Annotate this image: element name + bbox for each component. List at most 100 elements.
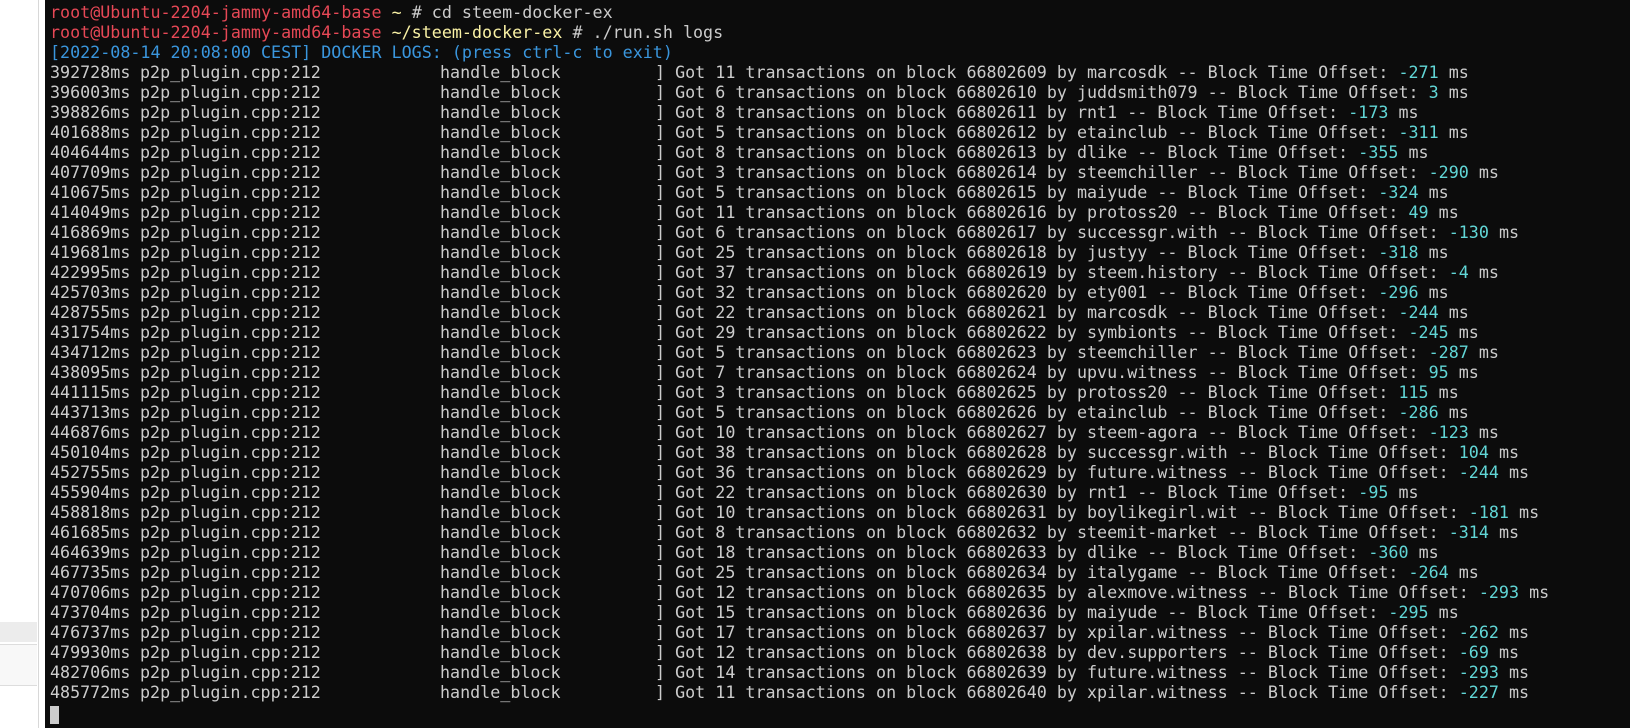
log-function: handle_block <box>440 622 561 642</box>
log-source-file: p2p_plugin.cpp:212 <box>140 342 321 362</box>
log-offset-label: Block Time Offset: <box>1197 602 1379 622</box>
log-offset-label: Block Time Offset: <box>1257 262 1439 282</box>
log-timestamp: 482706ms <box>50 662 131 682</box>
log-bracket: ] <box>655 562 666 582</box>
log-timestamp: 479930ms <box>50 642 131 662</box>
log-got: Got <box>675 622 706 642</box>
log-separator: -- <box>1257 582 1278 602</box>
log-function: handle_block <box>440 322 561 342</box>
log-tx-text: transactions on block <box>745 462 957 482</box>
witness-name: protoss20 <box>1076 382 1168 402</box>
log-timestamp: 458818ms <box>50 502 131 522</box>
log-got: Got <box>675 222 706 242</box>
log-got: Got <box>675 682 706 702</box>
block-number: 66802627 <box>966 422 1047 442</box>
log-timestamp: 422995ms <box>50 262 131 282</box>
log-by: by <box>1056 642 1077 662</box>
block-time-offset: -295 <box>1388 602 1429 622</box>
block-number: 66802632 <box>956 522 1037 542</box>
log-tx-text: transactions on block <box>745 322 957 342</box>
block-number: 66802623 <box>956 342 1037 362</box>
log-bracket: ] <box>655 462 666 482</box>
side-panel-item[interactable] <box>0 622 37 642</box>
log-source-file: p2p_plugin.cpp:212 <box>140 162 321 182</box>
witness-name: dlike <box>1076 142 1128 162</box>
log-offset-label: Block Time Offset: <box>1167 142 1349 162</box>
log-tx-text: transactions on block <box>745 482 957 502</box>
tx-count: 11 <box>715 202 736 222</box>
tx-count: 11 <box>715 682 736 702</box>
block-number: 66802635 <box>966 582 1047 602</box>
log-separator: -- <box>1177 382 1198 402</box>
block-time-offset: -324 <box>1378 182 1419 202</box>
log-got: Got <box>675 542 706 562</box>
log-line: 446876ms p2p_plugin.cpp:212 handle_block] … <box>45 422 1630 442</box>
log-timestamp: 398826ms <box>50 102 131 122</box>
log-offset-label: Block Time Offset: <box>1207 382 1389 402</box>
block-number: 66802611 <box>956 102 1037 122</box>
log-offset-label: Block Time Offset: <box>1217 322 1399 342</box>
log-separator: -- <box>1147 542 1168 562</box>
cursor-line <box>45 702 1630 724</box>
command-text: cd steem-docker-ex <box>431 2 613 22</box>
log-function: handle_block <box>440 382 561 402</box>
log-by: by <box>1056 422 1077 442</box>
witness-name: dev.supporters <box>1087 642 1228 662</box>
log-offset-label: Block Time Offset: <box>1207 122 1389 142</box>
log-unit: ms <box>1448 402 1469 422</box>
witness-name: dlike <box>1087 542 1138 562</box>
log-unit: ms <box>1458 322 1479 342</box>
log-unit: ms <box>1448 122 1469 142</box>
log-bracket: ] <box>655 362 666 382</box>
prompt-user: root <box>50 2 91 22</box>
log-tx-text: transactions on block <box>745 602 957 622</box>
witness-name: protoss20 <box>1087 202 1178 222</box>
log-got: Got <box>675 242 706 262</box>
log-source-file: p2p_plugin.cpp:212 <box>140 362 321 382</box>
log-tx-text: transactions on block <box>745 302 957 322</box>
block-number: 66802610 <box>956 82 1037 102</box>
log-line: 450104ms p2p_plugin.cpp:212 handle_block] … <box>45 442 1630 462</box>
log-offset-label: Block Time Offset: <box>1187 282 1369 302</box>
log-by: by <box>1046 222 1067 242</box>
block-time-offset: -4 <box>1448 262 1469 282</box>
log-bracket: ] <box>655 262 666 282</box>
log-separator: -- <box>1207 162 1228 182</box>
log-bracket: ] <box>655 522 666 542</box>
block-time-offset: -227 <box>1458 682 1499 702</box>
log-tx-text: transactions on block <box>745 682 957 702</box>
log-source-file: p2p_plugin.cpp:212 <box>140 382 321 402</box>
log-separator: -- <box>1157 182 1178 202</box>
log-tx-text: transactions on block <box>745 662 957 682</box>
log-got: Got <box>675 202 706 222</box>
block-time-offset: -181 <box>1468 502 1509 522</box>
log-timestamp: 473704ms <box>50 602 131 622</box>
log-offset-label: Block Time Offset: <box>1237 422 1419 442</box>
block-number: 66802633 <box>966 542 1047 562</box>
prompt-line: root@Ubuntu-2204-jammy-amd64-base ~/stee… <box>50 22 724 42</box>
log-got: Got <box>675 462 706 482</box>
log-unit: ms <box>1498 222 1520 242</box>
witness-name: italygame <box>1087 562 1178 582</box>
log-got: Got <box>675 342 706 362</box>
tx-count: 25 <box>715 562 736 582</box>
log-tx-text: transactions on block <box>745 202 957 222</box>
prompt-path: ~/steem-docker-ex <box>391 22 563 42</box>
log-separator: -- <box>1237 682 1258 702</box>
log-got: Got <box>675 502 706 522</box>
log-tx-text: transactions on block <box>735 82 947 102</box>
log-timestamp: 434712ms <box>50 342 131 362</box>
log-line: 476737ms p2p_plugin.cpp:212 handle_block] … <box>45 622 1630 642</box>
log-got: Got <box>675 102 706 122</box>
log-tx-text: transactions on block <box>735 362 947 382</box>
log-by: by <box>1046 142 1067 162</box>
log-line: 461685ms p2p_plugin.cpp:212 handle_block] … <box>45 522 1630 542</box>
log-line: 428755ms p2p_plugin.cpp:212 handle_block] … <box>45 302 1630 322</box>
log-function: handle_block <box>440 502 561 522</box>
side-panel-item[interactable] <box>0 644 37 686</box>
terminal-output[interactable]: root@Ubuntu-2204-jammy-amd64-base ~ # cd… <box>45 0 1630 728</box>
tx-count: 11 <box>715 62 736 82</box>
log-by: by <box>1056 482 1077 502</box>
tx-count: 22 <box>715 302 736 322</box>
log-timestamp: 467735ms <box>50 562 131 582</box>
